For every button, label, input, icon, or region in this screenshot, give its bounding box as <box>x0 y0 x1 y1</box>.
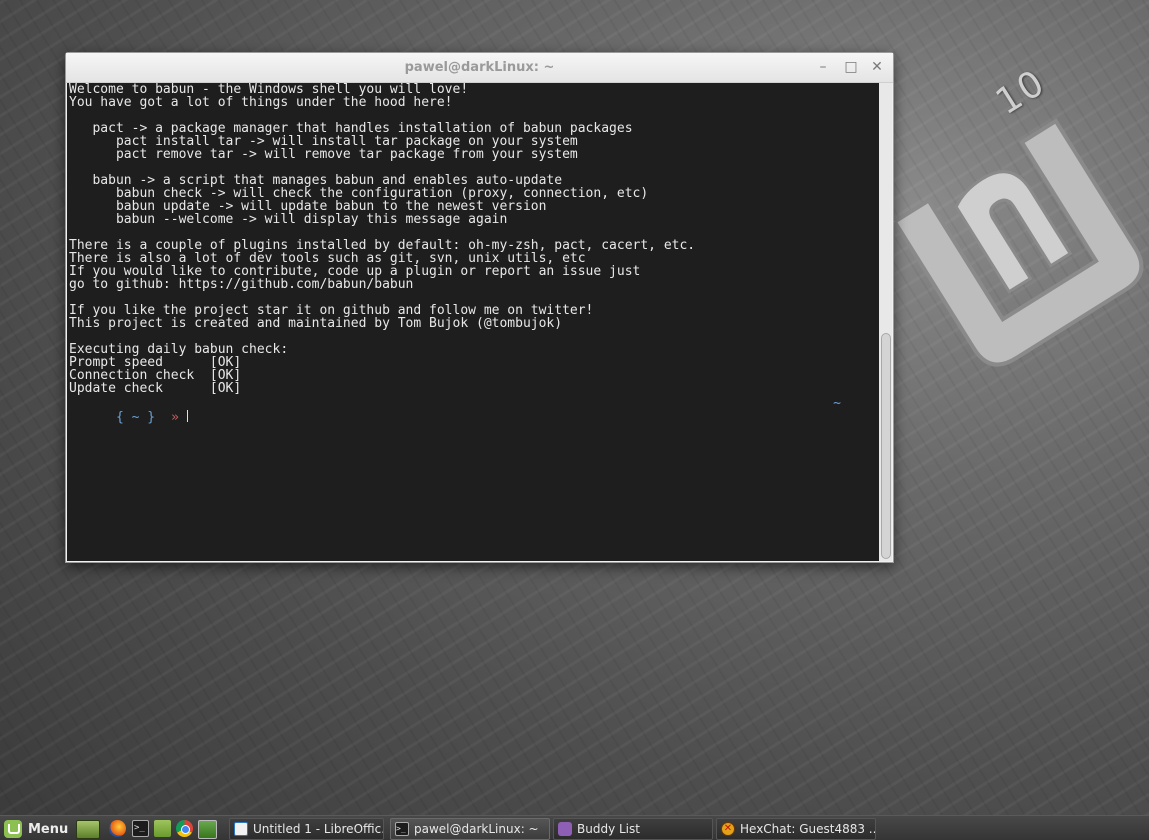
task-libreoffice[interactable]: Untitled 1 - LibreOffic... <box>229 818 384 840</box>
close-button[interactable]: ✕ <box>868 58 886 76</box>
terminal-scrollbar[interactable] <box>879 83 892 561</box>
prompt-directory: { ~ } <box>115 410 156 425</box>
task-label: Buddy List <box>577 822 640 836</box>
app-icon[interactable] <box>198 820 217 839</box>
taskbar: Menu >_ Untitled 1 - LibreOffic... >_ pa… <box>0 815 1149 840</box>
right-prompt: ~ <box>833 396 841 411</box>
text-cursor <box>186 410 188 422</box>
task-buddy-list[interactable]: Buddy List <box>553 818 713 840</box>
linux-mint-logo <box>880 118 1144 367</box>
terminal-window[interactable]: pawel@darkLinux: ~ – □ ✕ Welcome to babu… <box>65 52 894 563</box>
minimize-button[interactable]: – <box>814 58 832 76</box>
mint-menu-icon <box>4 820 22 838</box>
window-titlebar[interactable]: pawel@darkLinux: ~ – □ ✕ <box>66 53 893 83</box>
menu-label: Menu <box>28 821 69 837</box>
scrollbar-thumb[interactable] <box>881 333 891 559</box>
task-terminal[interactable]: >_ pawel@darkLinux: ~ <box>390 818 550 840</box>
libreoffice-doc-icon <box>234 822 248 836</box>
show-desktop-icon[interactable] <box>76 820 100 839</box>
terminal-icon: >_ <box>395 822 409 836</box>
terminal-line: This project is created and maintained b… <box>69 316 563 331</box>
terminal-prompt[interactable]: { ~ } » ~ <box>69 396 875 424</box>
terminal-line: go to github: https://github.com/babun/b… <box>69 277 414 292</box>
window-title: pawel@darkLinux: ~ <box>404 60 555 75</box>
task-label: Untitled 1 - LibreOffic... <box>253 822 384 836</box>
menu-button[interactable]: Menu <box>4 819 68 839</box>
terminal-line: You have got a lot of things under the h… <box>69 95 453 110</box>
files-icon[interactable] <box>154 820 171 837</box>
maximize-button[interactable]: □ <box>842 58 860 76</box>
prompt-arrow: » <box>171 410 179 425</box>
terminal-line: babun --welcome -> will display this mes… <box>69 212 508 227</box>
hexchat-icon: ✕ <box>721 822 735 836</box>
terminal-line: Update check [OK] <box>69 381 242 396</box>
terminal-line: pact remove tar -> will remove tar packa… <box>69 147 578 162</box>
terminal-output[interactable]: Welcome to babun - the Windows shell you… <box>67 83 879 561</box>
firefox-icon[interactable] <box>109 820 126 837</box>
task-label: pawel@darkLinux: ~ <box>414 822 539 836</box>
task-hexchat[interactable]: ✕ HexChat: Guest4883 ... <box>716 818 876 840</box>
task-label: HexChat: Guest4883 ... <box>740 822 876 836</box>
chrome-icon[interactable] <box>176 820 193 837</box>
pidgin-icon <box>558 822 572 836</box>
terminal-icon[interactable]: >_ <box>132 820 149 837</box>
terminal-text: Welcome to babun - the Windows shell you… <box>67 83 879 395</box>
